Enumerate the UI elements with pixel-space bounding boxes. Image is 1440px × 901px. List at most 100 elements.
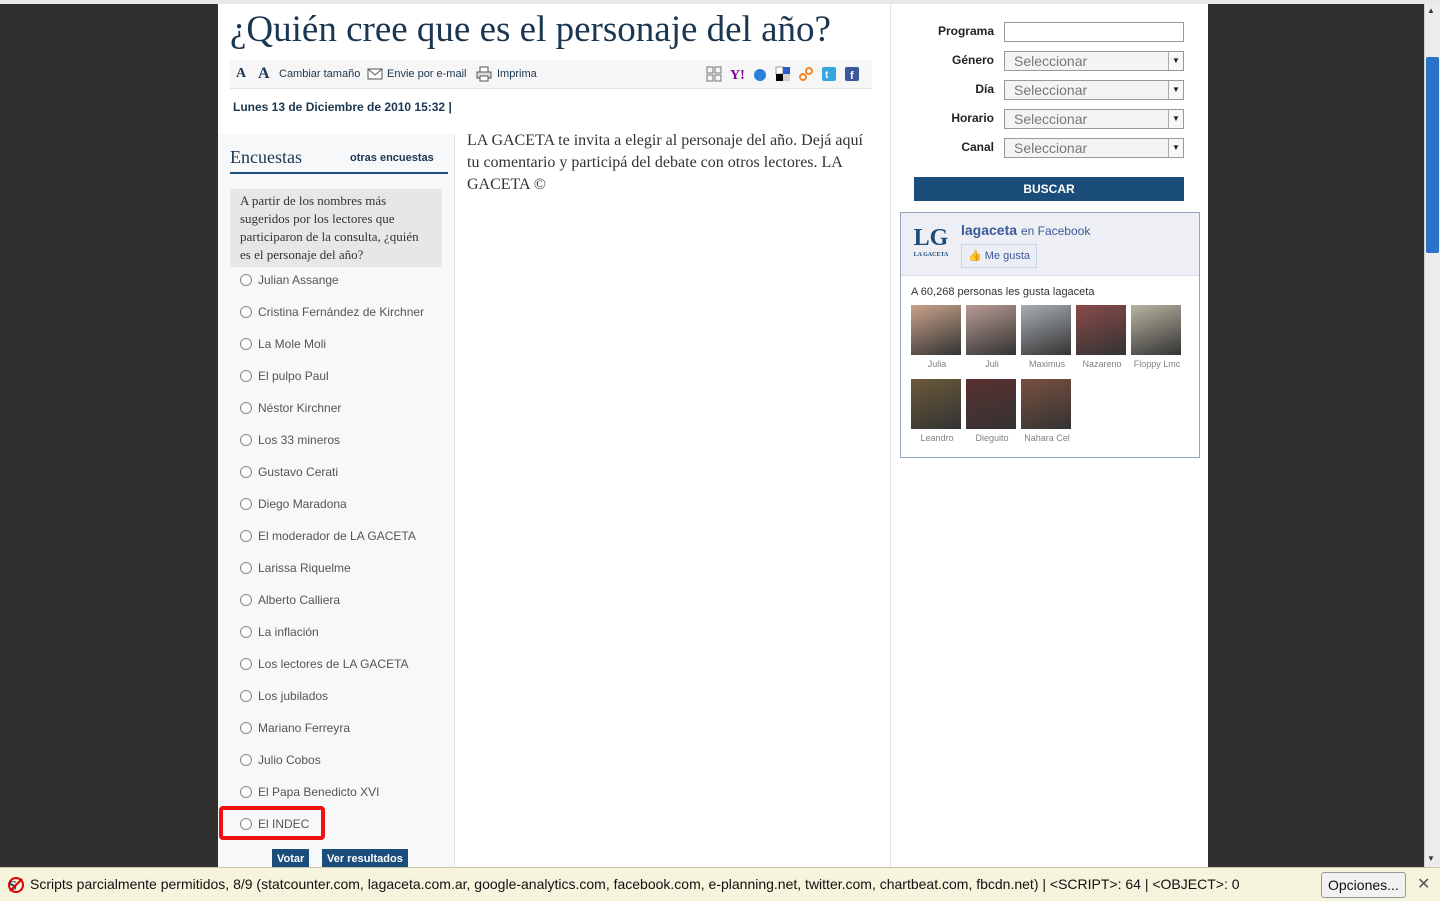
radio-button[interactable] [240, 402, 252, 414]
radio-button[interactable] [240, 754, 252, 766]
schedule-select[interactable]: Seleccionar ▼ [1004, 109, 1184, 129]
poll-option[interactable]: La Mole Moli [240, 337, 326, 357]
share-icon[interactable] [798, 66, 814, 82]
print-icon[interactable] [476, 66, 492, 82]
poll-option[interactable]: Larissa Riquelme [240, 561, 351, 581]
twitter-icon[interactable]: t [821, 66, 837, 82]
fan-avatar[interactable]: Julia [911, 305, 963, 371]
fan-avatar[interactable]: Maximus [1021, 305, 1073, 371]
radio-button[interactable] [240, 338, 252, 350]
avatar[interactable] [966, 305, 1016, 355]
radio-button[interactable] [240, 626, 252, 638]
resize-text-link[interactable]: Cambiar tamaño [279, 68, 360, 80]
facebook-like-box: LG LA GACETA lagaceta en Facebook 👍 Me gu… [900, 212, 1200, 458]
poll-option[interactable]: Alberto Calliera [240, 593, 340, 613]
like-button[interactable]: 👍 Me gusta [961, 244, 1038, 268]
poll-option[interactable]: Cristina Fernández de Kirchner [240, 305, 424, 325]
poll-option[interactable]: Gustavo Cerati [240, 465, 338, 485]
poll-option-label: Larissa Riquelme [258, 561, 351, 575]
facebook-page-name[interactable]: lagaceta en Facebook [961, 222, 1090, 238]
facebook-icon[interactable]: f [844, 66, 860, 82]
genre-select[interactable]: Seleccionar ▼ [1004, 51, 1184, 71]
vertical-scrollbar[interactable]: ▲ ▼ [1424, 4, 1440, 867]
fan-name[interactable]: Nahara Cel [1021, 433, 1073, 443]
radio-button[interactable] [240, 530, 252, 542]
radio-button[interactable] [240, 274, 252, 286]
yahoo-icon[interactable]: Y! [729, 66, 745, 82]
radio-button[interactable] [240, 306, 252, 318]
avatar[interactable] [1076, 305, 1126, 355]
drop-icon[interactable] [752, 66, 768, 82]
poll-option-label: Alberto Calliera [258, 593, 341, 607]
lagaceta-logo[interactable]: LG LA GACETA [910, 223, 952, 259]
delicious-icon[interactable] [775, 66, 791, 82]
channel-label: Canal [961, 140, 994, 154]
poll-option[interactable]: El Papa Benedicto XVI [240, 785, 379, 805]
poll-option[interactable]: Los 33 mineros [240, 433, 340, 453]
chevron-down-icon: ▼ [1168, 110, 1183, 128]
scrollbar-thumb[interactable] [1426, 57, 1439, 253]
chevron-down-icon: ▼ [1168, 52, 1183, 70]
poll-option[interactable]: Néstor Kirchner [240, 401, 341, 421]
radio-button[interactable] [240, 722, 252, 734]
scroll-down-icon[interactable]: ▼ [1427, 854, 1435, 863]
fan-avatar[interactable]: Nazareno [1076, 305, 1128, 371]
fan-name[interactable]: Maximus [1021, 359, 1073, 369]
fan-name[interactable]: Juli [966, 359, 1018, 369]
close-icon[interactable]: ✕ [1417, 874, 1430, 894]
avatar[interactable] [1021, 379, 1071, 429]
poll-option[interactable]: El moderador de LA GACETA [240, 529, 416, 549]
avatar[interactable] [966, 379, 1016, 429]
fan-name[interactable]: Leandro [911, 433, 963, 443]
fan-avatar[interactable]: Floppy Lmc [1131, 305, 1183, 371]
channel-select[interactable]: Seleccionar ▼ [1004, 138, 1184, 158]
avatar[interactable] [911, 305, 961, 355]
poll-option[interactable]: Julian Assange [240, 273, 339, 293]
font-larger-icon[interactable]: A [258, 65, 270, 83]
fan-avatar[interactable]: Juli [966, 305, 1018, 371]
vote-button[interactable]: Votar [272, 849, 310, 867]
fan-avatar[interactable]: Nahara Cel [1021, 379, 1073, 445]
poll-option[interactable]: Julio Cobos [240, 753, 321, 773]
poll-option[interactable]: Los jubilados [240, 689, 328, 709]
radio-button[interactable] [240, 498, 252, 510]
radio-button[interactable] [240, 658, 252, 670]
program-input[interactable] [1004, 22, 1184, 42]
poll-option[interactable]: El pulpo Paul [240, 369, 329, 389]
fan-avatar[interactable]: Leandro [911, 379, 963, 445]
poll-title-rule [230, 172, 448, 174]
font-smaller-icon[interactable]: A [236, 66, 246, 82]
email-icon[interactable] [367, 66, 383, 82]
view-results-button[interactable]: Ver resultados [322, 849, 408, 867]
digg-icon[interactable] [706, 66, 722, 82]
search-button[interactable]: BUSCAR [914, 177, 1184, 201]
poll-option[interactable]: Diego Maradona [240, 497, 347, 517]
poll-option-label: Néstor Kirchner [258, 401, 342, 415]
poll-option[interactable]: Mariano Ferreyra [240, 721, 350, 741]
radio-button[interactable] [240, 370, 252, 382]
radio-button[interactable] [240, 466, 252, 478]
scroll-up-icon[interactable]: ▲ [1427, 6, 1435, 15]
fan-name[interactable]: Nazareno [1076, 359, 1128, 369]
avatar[interactable] [911, 379, 961, 429]
radio-button[interactable] [240, 594, 252, 606]
radio-button[interactable] [240, 690, 252, 702]
options-button[interactable]: Opciones... [1321, 872, 1406, 898]
avatar[interactable] [1021, 305, 1071, 355]
fan-avatar[interactable]: Dieguito [966, 379, 1018, 445]
fan-name[interactable]: Floppy Lmc [1131, 359, 1183, 369]
poll-option[interactable]: Los lectores de LA GACETA [240, 657, 409, 677]
fan-name[interactable]: Julia [911, 359, 963, 369]
day-select[interactable]: Seleccionar ▼ [1004, 80, 1184, 100]
noscript-message: Scripts parcialmente permitidos, 8/9 (st… [30, 876, 1240, 892]
avatar[interactable] [1131, 305, 1181, 355]
radio-button[interactable] [240, 562, 252, 574]
page-title: ¿Quién cree que es el personaje del año? [230, 9, 831, 50]
poll-option[interactable]: La inflación [240, 625, 319, 645]
other-polls-link[interactable]: otras encuestas [350, 152, 434, 164]
print-link[interactable]: Imprima [497, 68, 537, 80]
radio-button[interactable] [240, 786, 252, 798]
email-link[interactable]: Envie por e-mail [387, 68, 466, 80]
radio-button[interactable] [240, 434, 252, 446]
fan-name[interactable]: Dieguito [966, 433, 1018, 443]
